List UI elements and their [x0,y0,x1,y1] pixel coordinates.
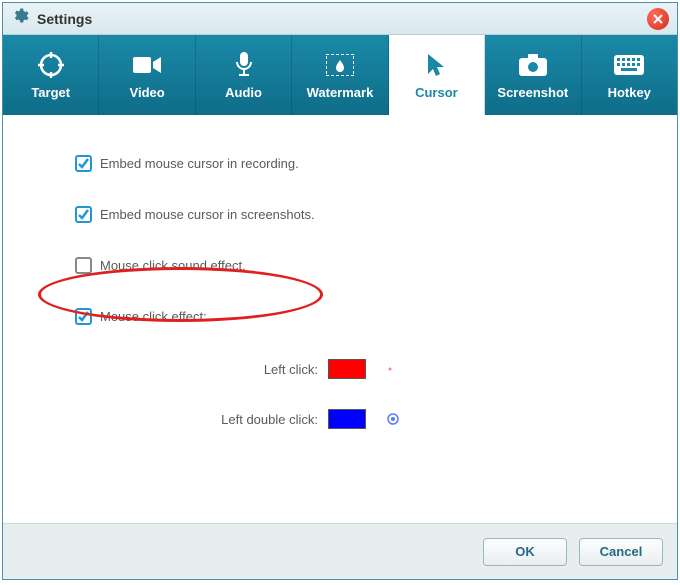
left-double-click-color-swatch[interactable] [328,409,366,429]
tab-label: Screenshot [497,85,568,100]
color-label: Left click: [208,362,318,377]
settings-window: Settings Target Video Audio Watermark Cu… [2,2,678,580]
left-double-click-color-row: Left double click: [208,409,617,429]
color-label: Left double click: [208,412,318,427]
audio-icon [234,51,254,79]
tab-label: Cursor [415,85,458,100]
tabs: Target Video Audio Watermark Cursor Scre… [3,35,677,115]
window-title: Settings [37,11,92,27]
cursor-icon [426,51,446,79]
hotkey-icon [614,51,644,79]
tab-label: Hotkey [608,85,651,100]
left-click-preview [386,365,394,373]
checkbox-embed-screenshots[interactable] [75,206,92,223]
option-label: Mouse click sound effect. [100,258,246,273]
tab-screenshot[interactable]: Screenshot [485,35,581,115]
check-icon [77,157,90,170]
option-label: Embed mouse cursor in screenshots. [100,207,315,222]
tab-label: Target [31,85,70,100]
tab-video[interactable]: Video [99,35,195,115]
option-label: Embed mouse cursor in recording. [100,156,299,171]
left-click-color-row: Left click: [208,359,617,379]
footer: OK Cancel [3,523,677,579]
close-button[interactable] [647,8,669,30]
option-label: Mouse click effect: [100,309,207,324]
checkbox-click-effect[interactable] [75,308,92,325]
gear-icon [11,7,29,30]
tab-watermark[interactable]: Watermark [292,35,388,115]
ok-button[interactable]: OK [483,538,567,566]
tab-target[interactable]: Target [3,35,99,115]
screenshot-icon [519,51,547,79]
tab-label: Audio [225,85,262,100]
tab-label: Watermark [307,85,374,100]
cancel-button[interactable]: Cancel [579,538,663,566]
option-embed-screenshots: Embed mouse cursor in screenshots. [75,206,617,223]
left-double-click-preview [386,412,400,426]
left-click-color-swatch[interactable] [328,359,366,379]
tab-label: Video [130,85,165,100]
option-click-sound: Mouse click sound effect. [75,257,617,274]
video-icon [133,51,161,79]
tab-audio[interactable]: Audio [196,35,292,115]
check-icon [77,208,90,221]
target-icon [38,51,64,79]
content-panel: Embed mouse cursor in recording. Embed m… [3,115,677,523]
titlebar: Settings [3,3,677,35]
check-icon [77,310,90,323]
option-embed-recording: Embed mouse cursor in recording. [75,155,617,172]
checkbox-click-sound[interactable] [75,257,92,274]
watermark-icon [326,51,354,79]
tab-cursor[interactable]: Cursor [389,35,485,115]
close-icon [653,14,663,24]
tab-hotkey[interactable]: Hotkey [582,35,677,115]
checkbox-embed-recording[interactable] [75,155,92,172]
option-click-effect: Mouse click effect: [75,308,617,325]
